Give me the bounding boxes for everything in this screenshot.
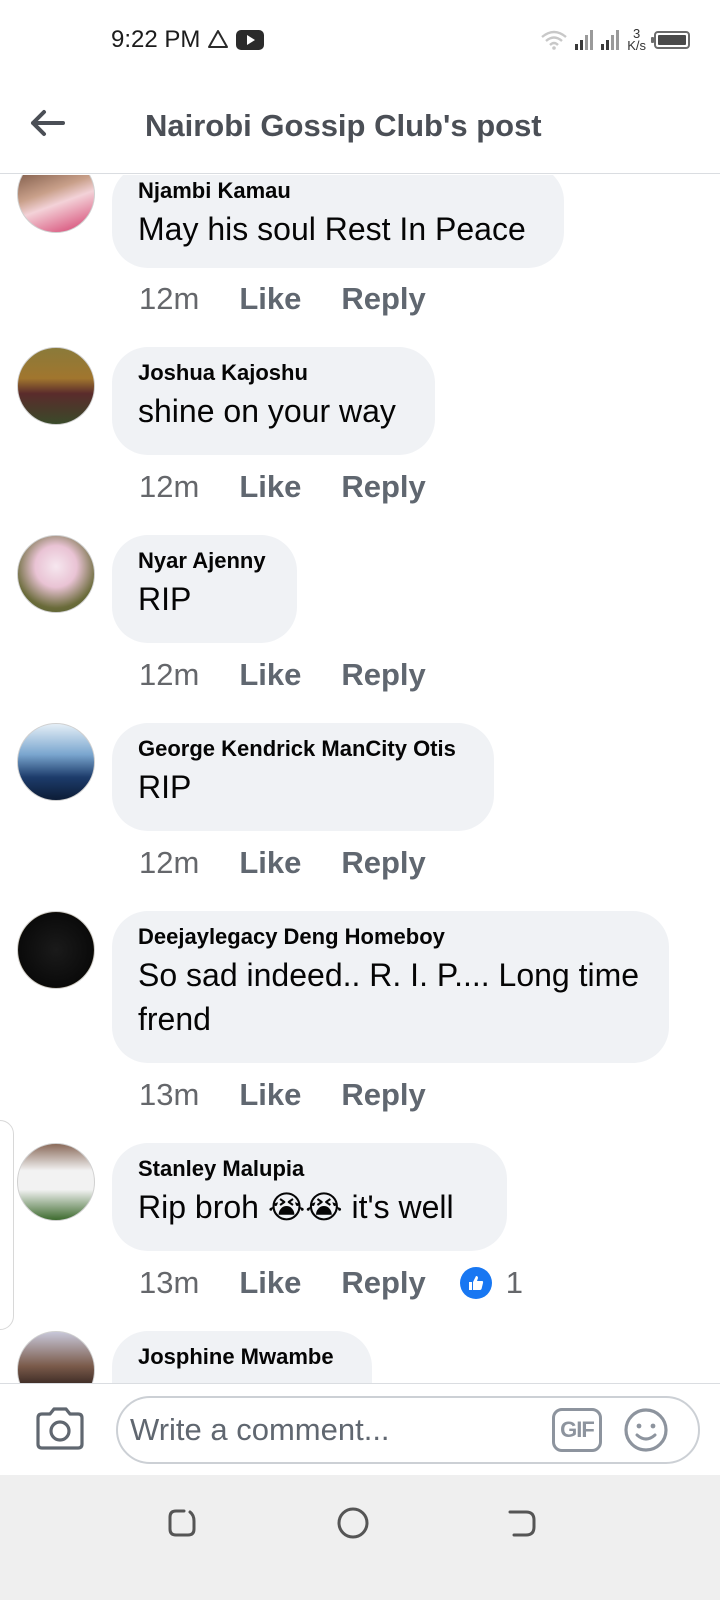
status-time: 9:22 PM (111, 26, 201, 53)
comment-text: RIP (138, 581, 192, 617)
comment-text: shine on your way (138, 393, 396, 429)
reaction-summary[interactable]: 1 (459, 1265, 524, 1301)
comment-author[interactable]: Deejaylegacy Deng Homeboy (138, 923, 643, 951)
back-icon[interactable] (502, 1503, 542, 1543)
comment-author[interactable]: Josphine Mwambe (138, 1343, 346, 1371)
network-speed: 3 K/s (627, 26, 646, 53)
alert-triangle-icon (208, 30, 228, 48)
status-bar: 9:22 PM 3 K/s (0, 0, 720, 80)
avatar[interactable] (17, 175, 95, 233)
comment-text: RIP (138, 769, 192, 805)
comment-author[interactable]: Joshua Kajoshu (138, 359, 409, 387)
home-icon[interactable] (333, 1503, 373, 1543)
comment-bubble[interactable]: George Kendrick ManCity Otis RIP (112, 723, 494, 831)
recents-icon[interactable] (162, 1503, 202, 1543)
comment-time[interactable]: 12m (139, 845, 199, 881)
reply-button[interactable]: Reply (341, 845, 425, 881)
comment-time[interactable]: 12m (139, 469, 199, 505)
signal-icon (575, 30, 594, 50)
comment-author[interactable]: Stanley Malupia (138, 1155, 481, 1183)
comment-actions: 12m Like Reply (139, 281, 466, 317)
like-button[interactable]: Like (239, 469, 301, 505)
comment-actions: 12m Like Reply (139, 845, 466, 881)
back-button[interactable] (22, 98, 72, 148)
comment-input-placeholder: Write a comment... (130, 1412, 390, 1447)
comment-composer: Write a comment... GIF (0, 1383, 720, 1475)
reply-button[interactable]: Reply (341, 1077, 425, 1113)
comment-actions: 13m Like Reply 1 (139, 1265, 523, 1301)
avatar[interactable] (17, 1143, 95, 1221)
like-button[interactable]: Like (239, 281, 301, 317)
reply-button[interactable]: Reply (341, 1265, 425, 1301)
comment-bubble[interactable]: Deejaylegacy Deng Homeboy So sad indeed.… (112, 911, 669, 1063)
like-button[interactable]: Like (239, 845, 301, 881)
comment-text: Rip broh 😭😭 it's well (138, 1189, 454, 1225)
avatar[interactable] (17, 723, 95, 801)
reaction-count: 1 (505, 1265, 524, 1300)
comment-time[interactable]: 13m (139, 1265, 199, 1301)
page-title: Nairobi Gossip Club's post (145, 108, 542, 143)
like-button[interactable]: Like (239, 1265, 301, 1301)
comment-actions: 12m Like Reply (139, 657, 466, 693)
edge-panel-handle[interactable] (0, 1120, 14, 1330)
comment-bubble[interactable]: Stanley Malupia Rip broh 😭😭 it's well (112, 1143, 507, 1251)
signal-icon (601, 30, 620, 50)
avatar[interactable] (17, 911, 95, 989)
comment-list[interactable]: Njambi Kamau May his soul Rest In Peace … (0, 175, 720, 1410)
comment-time[interactable]: 12m (139, 657, 199, 693)
avatar[interactable] (17, 347, 95, 425)
comment-author[interactable]: Njambi Kamau (138, 177, 538, 205)
reply-button[interactable]: Reply (341, 469, 425, 505)
like-button[interactable]: Like (239, 657, 301, 693)
comment-actions: 12m Like Reply (139, 469, 466, 505)
comment-bubble[interactable]: Njambi Kamau May his soul Rest In Peace (112, 175, 564, 268)
reply-button[interactable]: Reply (341, 657, 425, 693)
emoji-icon[interactable] (622, 1406, 670, 1454)
comment-text: So sad indeed.. R. I. P.... Long time fr… (138, 957, 640, 1037)
comment-bubble[interactable]: Joshua Kajoshu shine on your way (112, 347, 435, 455)
avatar[interactable] (17, 535, 95, 613)
arrow-left-icon (31, 110, 65, 136)
wifi-icon (541, 30, 567, 50)
comment-bubble[interactable]: Nyar Ajenny RIP (112, 535, 297, 643)
like-button[interactable]: Like (239, 1077, 301, 1113)
thumbs-up-icon (459, 1267, 492, 1299)
header: Nairobi Gossip Club's post (0, 80, 720, 174)
status-icons: 3 K/s (541, 24, 690, 56)
comment-time[interactable]: 13m (139, 1077, 199, 1113)
gif-button[interactable]: GIF (552, 1408, 602, 1452)
youtube-icon (236, 30, 264, 50)
comment-author[interactable]: Nyar Ajenny (138, 547, 271, 575)
system-nav-bar (0, 1475, 720, 1600)
comment-actions: 13m Like Reply (139, 1077, 466, 1113)
comment-text: May his soul Rest In Peace (138, 211, 526, 247)
camera-icon[interactable] (34, 1406, 86, 1452)
reply-button[interactable]: Reply (341, 281, 425, 317)
battery-icon (651, 31, 690, 49)
comment-time[interactable]: 12m (139, 281, 199, 317)
comment-author[interactable]: George Kendrick ManCity Otis (138, 735, 468, 763)
comment-input[interactable]: Write a comment... GIF (116, 1396, 700, 1464)
